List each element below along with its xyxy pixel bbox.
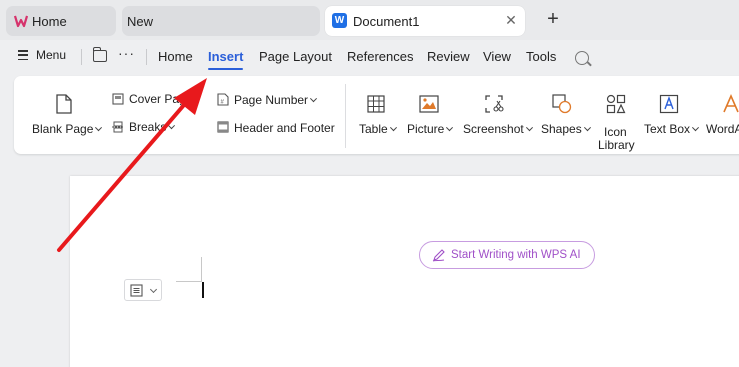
tab-home-menu[interactable]: Home xyxy=(158,49,193,64)
tab-bar: Home New W Document1 ✕ + xyxy=(0,0,739,40)
text-cursor xyxy=(202,282,204,298)
insert-ribbon: Blank Page Cover Page Breaks # Page Numb… xyxy=(14,76,739,154)
wordart-label: WordArt xyxy=(706,122,739,136)
page-number-button[interactable]: Page Number xyxy=(234,93,318,107)
chevron-down-icon xyxy=(389,124,397,132)
chevron-down-icon xyxy=(691,124,700,132)
search-icon[interactable] xyxy=(575,51,589,65)
cover-page-button[interactable]: Cover Page xyxy=(129,92,192,106)
shapes-label: Shapes xyxy=(541,122,582,136)
cover-page-label: Cover Page xyxy=(129,92,193,106)
tab-new[interactable]: New xyxy=(122,6,320,36)
tab-page-layout[interactable]: Page Layout xyxy=(259,49,332,64)
picture-button[interactable]: Picture xyxy=(407,122,454,136)
menu-label: Menu xyxy=(36,48,67,62)
tab-home[interactable]: Home xyxy=(6,6,116,36)
wordart-icon xyxy=(723,94,739,113)
breaks-icon xyxy=(112,121,124,133)
page-number-label: Page Number xyxy=(234,93,309,107)
page-number-icon: # xyxy=(217,93,229,106)
tab-new-label: New xyxy=(127,13,154,29)
picture-icon xyxy=(419,95,439,113)
hamburger-icon xyxy=(18,50,28,60)
menu-button[interactable]: Menu xyxy=(18,48,66,62)
blank-page-label: Blank Page xyxy=(32,122,94,136)
breaks-label: Breaks xyxy=(129,120,167,134)
icon-library-icon xyxy=(606,94,626,114)
tab-tools[interactable]: Tools xyxy=(526,49,556,64)
folder-icon[interactable] xyxy=(93,47,107,62)
chevron-down-icon xyxy=(168,122,176,130)
text-box-icon xyxy=(659,94,679,114)
tab-references[interactable]: References xyxy=(347,49,413,64)
shapes-icon xyxy=(552,94,572,114)
screenshot-icon xyxy=(485,95,504,113)
new-tab-button[interactable]: + xyxy=(542,9,564,31)
header-footer-label: Header and Footer xyxy=(234,121,335,135)
table-icon xyxy=(367,95,385,113)
tab-review[interactable]: Review xyxy=(427,49,470,64)
wordart-button[interactable]: WordArt xyxy=(706,122,739,136)
tab-document[interactable]: W Document1 ✕ xyxy=(325,6,525,36)
blank-page-button[interactable]: Blank Page xyxy=(32,122,103,136)
chevron-down-icon xyxy=(525,124,533,132)
divider xyxy=(146,49,147,65)
wps-logo-icon xyxy=(14,15,28,28)
tab-document-label: Document1 xyxy=(353,13,420,29)
chevron-down-icon xyxy=(149,285,158,294)
tab-view[interactable]: View xyxy=(483,49,511,64)
margin-corner-mark xyxy=(176,257,202,282)
wps-ai-label: Start Writing with WPS AI xyxy=(451,249,581,261)
table-label: Table xyxy=(359,122,388,136)
paragraph-style-button[interactable] xyxy=(124,279,162,301)
tab-home-label: Home xyxy=(32,13,67,29)
header-footer-button[interactable]: Header and Footer xyxy=(234,121,335,135)
breaks-button[interactable]: Breaks xyxy=(129,120,176,134)
icon-library-label-1[interactable]: Icon xyxy=(604,125,627,139)
menu-bar: Menu ··· Home Insert Page Layout Referen… xyxy=(0,40,739,74)
ribbon-divider xyxy=(345,84,346,148)
header-footer-icon xyxy=(217,121,229,133)
picture-label: Picture xyxy=(407,122,445,136)
screenshot-label: Screenshot xyxy=(463,122,524,136)
pen-icon xyxy=(432,249,445,262)
paragraph-icon xyxy=(130,284,143,297)
text-box-button[interactable]: Text Box xyxy=(644,122,700,136)
text-box-label: Text Box xyxy=(644,122,691,136)
blank-page-icon xyxy=(56,94,72,114)
tab-insert[interactable]: Insert xyxy=(208,49,244,70)
document-page[interactable] xyxy=(70,176,739,367)
wps-ai-button[interactable]: Start Writing with WPS AI xyxy=(419,241,595,269)
table-button[interactable]: Table xyxy=(359,122,397,136)
chevron-down-icon xyxy=(310,95,318,103)
divider xyxy=(81,49,82,65)
more-icon[interactable]: ··· xyxy=(118,45,135,61)
chevron-down-icon xyxy=(95,124,103,132)
writer-doc-icon: W xyxy=(332,13,347,28)
cover-page-icon xyxy=(112,93,124,105)
chevron-down-icon xyxy=(583,124,591,132)
screenshot-button[interactable]: Screenshot xyxy=(463,122,533,136)
shapes-button[interactable]: Shapes xyxy=(541,122,591,136)
icon-library-label-2[interactable]: Library xyxy=(598,138,635,152)
chevron-down-icon xyxy=(446,124,454,132)
close-tab-icon[interactable]: ✕ xyxy=(503,12,519,28)
